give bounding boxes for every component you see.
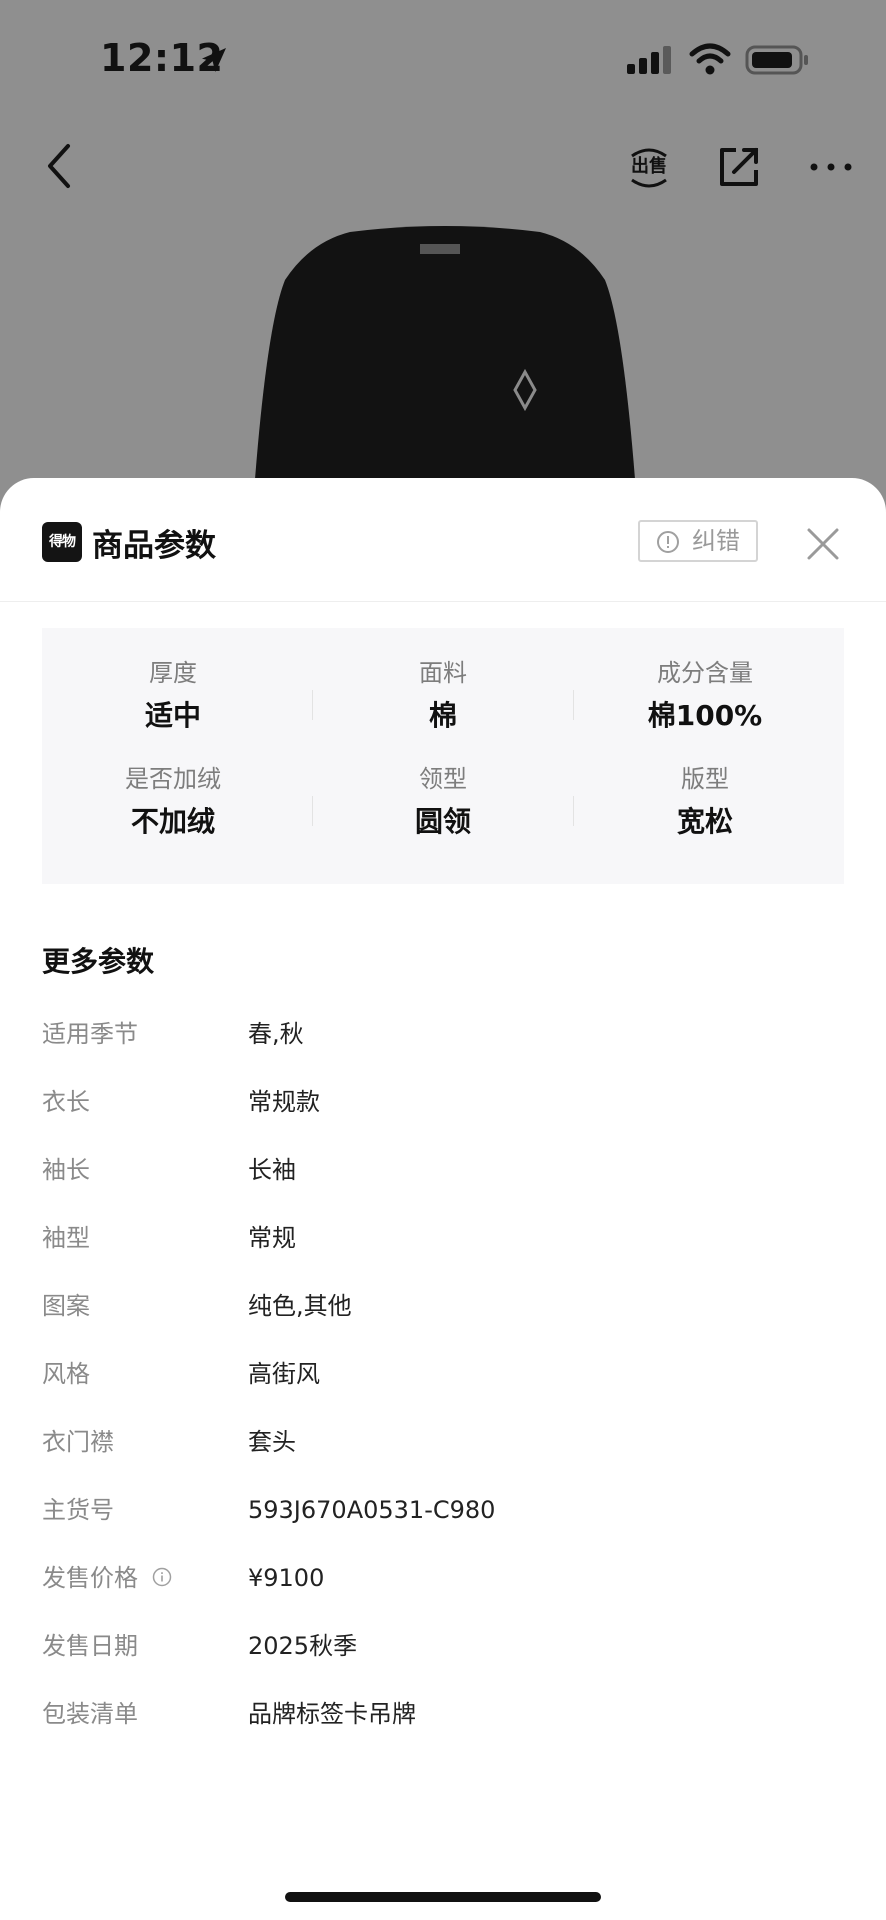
key-param: 版型 宽松 [574,762,836,844]
home-indicator[interactable] [285,1892,601,1902]
key-param-label: 成分含量 [657,659,753,687]
key-param: 领型 圆领 [312,762,574,844]
param-row: 包装清单 品牌标签卡吊牌 [42,1694,842,1734]
param-value: 高街风 [248,1360,320,1388]
product-background: 12:12 出售 [0,0,886,520]
param-row: 发售价格 ¥9100 [42,1558,842,1598]
param-row: 风格 高街风 [42,1354,842,1394]
sheet-header: 得物 商品参数 纠错 [0,478,886,602]
key-param-value: 宽松 [676,805,733,838]
param-value: 纯色,其他 [248,1292,352,1320]
param-value: 品牌标签卡吊牌 [248,1700,416,1728]
param-row: 衣门襟 套头 [42,1422,842,1462]
param-row: 适用季节 春,秋 [42,1014,842,1054]
product-image [252,226,638,520]
param-value: 常规款 [248,1088,320,1116]
param-label: 袖型 [42,1224,90,1252]
param-label: 衣门襟 [42,1428,114,1456]
key-param-label: 面料 [419,659,467,687]
report-error-button[interactable]: 纠错 [638,520,758,562]
info-icon[interactable] [152,1567,172,1587]
back-arrow-icon[interactable] [40,140,80,192]
param-value: 常规 [248,1224,296,1252]
param-label: 袖长 [42,1156,90,1184]
key-param-label: 版型 [681,765,729,793]
param-value: 套头 [248,1428,296,1456]
alert-circle-icon [657,531,679,553]
param-label-text: 发售价格 [42,1564,138,1592]
key-param-value: 棉 [428,699,457,732]
key-param-label: 是否加绒 [125,765,221,793]
param-value: 593J670A0531-C980 [248,1496,496,1524]
key-params-grid: 厚度 适中 面料 棉 成分含量 棉100% 是否加绒 不加绒 领型 圆领 版型 … [42,628,844,884]
param-label: 适用季节 [42,1020,138,1048]
product-params-sheet: 得物 商品参数 纠错 厚度 适中 面料 棉 成分含量 棉100% 是否加绒 不加… [0,478,886,1920]
cellular-signal-icon [627,46,671,74]
param-row: 主货号 593J670A0531-C980 [42,1490,842,1530]
more-params-title: 更多参数 [42,945,155,978]
key-param: 是否加绒 不加绒 [42,762,304,844]
param-value: 长袖 [248,1156,296,1184]
wifi-icon [689,43,731,75]
param-label: 发售日期 [42,1632,138,1660]
sheet-title: 商品参数 [92,528,216,564]
close-icon[interactable] [805,526,841,562]
param-label: 主货号 [42,1496,114,1524]
status-bar: 12:12 [0,0,886,120]
param-label: 发售价格 [42,1558,172,1598]
param-row: 袖型 常规 [42,1218,842,1258]
more-icon[interactable] [808,150,854,184]
param-value: 2025秋季 [248,1632,358,1660]
param-value: ¥9100 [248,1564,325,1592]
param-label: 风格 [42,1360,90,1388]
key-param: 成分含量 棉100% [574,656,836,738]
report-error-label: 纠错 [692,527,740,555]
share-icon[interactable] [716,144,762,190]
sell-icon[interactable]: 出售 [626,142,672,192]
key-param-label: 领型 [419,765,467,793]
key-param-value: 圆领 [414,805,471,838]
key-param: 厚度 适中 [42,656,304,738]
param-label: 衣长 [42,1088,90,1116]
svg-text:出售: 出售 [631,155,667,177]
param-row: 发售日期 2025秋季 [42,1626,842,1666]
param-label: 图案 [42,1292,90,1320]
key-param-value: 棉100% [647,699,763,732]
key-param: 面料 棉 [312,656,574,738]
param-row: 图案 纯色,其他 [42,1286,842,1326]
param-value: 春,秋 [248,1020,304,1048]
battery-icon [745,45,808,75]
param-row: 衣长 常规款 [42,1082,842,1122]
param-row: 袖长 长袖 [42,1150,842,1190]
key-param-value: 不加绒 [130,805,215,838]
app-logo: 得物 [42,522,82,562]
param-label: 包装清单 [42,1700,138,1728]
product-page: 12:12 出售 得物 商品参数 纠错 厚度 适中 面料 棉 成分含量 棉100… [0,0,886,1920]
key-param-value: 适中 [144,699,201,732]
key-param-label: 厚度 [149,659,197,687]
location-arrow-icon [202,48,226,72]
